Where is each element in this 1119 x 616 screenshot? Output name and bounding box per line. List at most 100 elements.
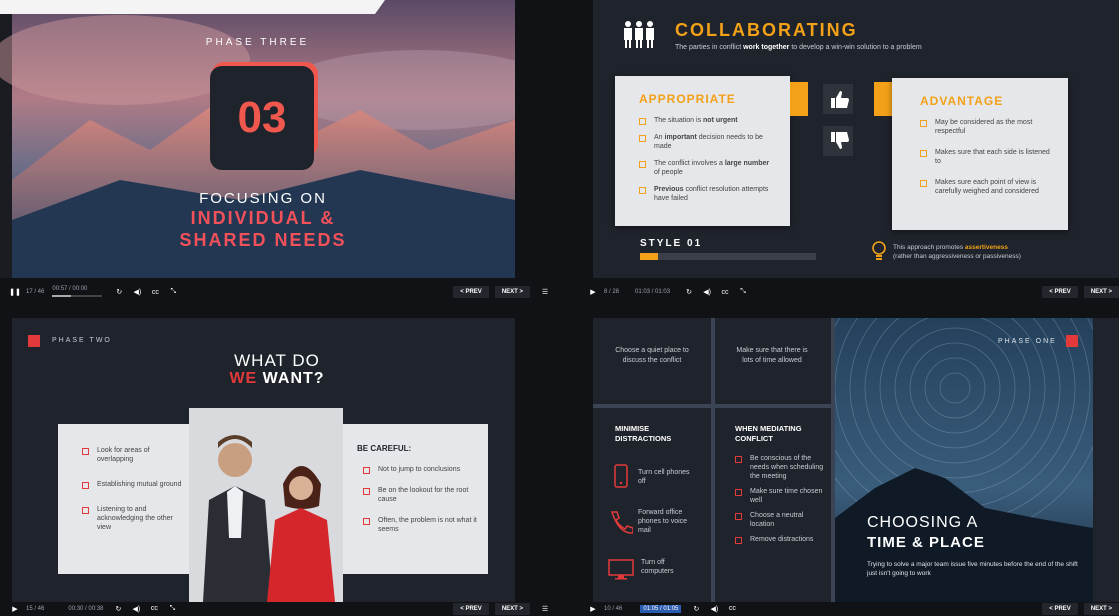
item-text: Makes sure each point of view is careful… [935, 179, 1039, 195]
bullet-icon [735, 513, 742, 520]
bullet-icon [82, 448, 89, 455]
style-label: STYLE 01 [640, 238, 703, 249]
fullscreen-icon[interactable]: ⤡ [166, 285, 180, 299]
next-button[interactable]: NEXT > [1083, 602, 1119, 615]
orange-tab-right [874, 82, 892, 116]
mobile-phone-icon [614, 464, 628, 488]
volume-icon[interactable]: ◀) [700, 285, 714, 299]
captions-icon[interactable]: cc [147, 602, 161, 616]
time-display: 01:05 / 01:05 [640, 604, 682, 613]
thumbs-down-icon [823, 126, 853, 156]
mediating-item: Remove distractions [735, 535, 827, 544]
fullscreen-icon[interactable]: ⤡ [165, 602, 179, 616]
time-display: 00:57 / 00:00 [52, 286, 88, 292]
bullet-icon [363, 518, 370, 525]
menu-icon[interactable]: ☰ [538, 602, 552, 616]
caption: Trying to solve a major team issue five … [867, 561, 1078, 577]
player-bar-top-right: ▶ 8 / 28 01:03 / 01:03 ↻ ◀) cc ⤡ < PREV … [586, 281, 1119, 303]
bottom-left-slide: PHASE TWO WHAT DO WE WANT? Look for area… [12, 318, 515, 602]
tip-cell: Choose a quiet place to discuss the conf… [615, 347, 689, 364]
distraction-item: Turn cell phones off [638, 469, 690, 485]
item-text: Often, the problem is not what it seems [378, 517, 477, 533]
title-line2: TIME & PLACE [867, 534, 985, 551]
item-text: The situation is [654, 117, 704, 124]
volume-icon[interactable]: ◀) [130, 285, 144, 299]
computer-icon [608, 559, 634, 580]
orange-tab-left [790, 82, 808, 116]
bullet-icon [363, 488, 370, 495]
style-progress-track [640, 253, 816, 260]
mediating-title: WHEN MEDIATING CONFLICT [735, 424, 802, 443]
time-display: 00:30 / 00:38 [68, 605, 104, 612]
volume-icon[interactable]: ◀) [129, 602, 143, 616]
pause-icon[interactable]: ❚❚ [8, 285, 22, 299]
list-item: Be on the lookout for the root cause [363, 486, 478, 504]
time-display: 01:03 / 01:03 [635, 289, 671, 295]
advantage-item: Makes sure that each side is listened to [920, 148, 1054, 166]
item-text: May be considered as the most respectful [935, 119, 1033, 135]
subtitle-bold: work together [743, 44, 790, 51]
replay-icon[interactable]: ↻ [682, 285, 696, 299]
play-icon[interactable]: ▶ [8, 602, 22, 616]
next-button[interactable]: NEXT > [494, 286, 530, 298]
prev-button[interactable]: < PREV [453, 602, 489, 615]
bullet-icon [639, 135, 646, 142]
bullet-icon [82, 507, 89, 514]
menu-icon[interactable]: ☰ [538, 285, 552, 299]
bullet-icon [363, 467, 370, 474]
title-line1: CHOOSING A [867, 514, 979, 531]
style-progress-fill [640, 253, 658, 260]
captions-icon[interactable]: cc [725, 602, 739, 616]
item-bold: not urgent [703, 117, 738, 124]
player-bar-top-left: ❚❚ 17 / 46 00:57 / 00:00 ↻ ◀) cc ⤡ < PRE… [8, 281, 556, 303]
phase-label: PHASE TWO [52, 337, 112, 344]
appropriate-item: The conflict involves a large number of … [639, 159, 776, 177]
advantage-title: ADVANTAGE [920, 94, 1004, 108]
mediating-item: Be conscious of the needs when schedulin… [735, 454, 827, 481]
item-bold: Previous [654, 186, 684, 193]
phase-marker [1066, 335, 1078, 347]
advantage-item: Makes sure each point of view is careful… [920, 178, 1054, 196]
replay-icon[interactable]: ↻ [112, 285, 126, 299]
phase-marker [28, 335, 40, 347]
tip-cell: Make sure that there is lots of time all… [736, 347, 808, 364]
item-text: Makes sure that each side is listened to [935, 149, 1050, 165]
captions-icon[interactable]: cc [148, 285, 162, 299]
top-left-slide: PHASE THREE 03 FOCUSING ON INDIVIDUAL & … [0, 0, 515, 278]
people-icon [624, 21, 654, 48]
slide-counter: 17 / 46 [26, 289, 45, 295]
captions-icon[interactable]: cc [718, 285, 732, 299]
prev-button[interactable]: < PREV [1042, 602, 1078, 615]
replay-icon[interactable]: ↻ [689, 602, 703, 616]
lightbulb-icon [872, 241, 886, 260]
item-text: Establishing mutual ground [97, 481, 182, 488]
play-icon[interactable]: ▶ [586, 285, 600, 299]
next-button[interactable]: NEXT > [494, 602, 530, 615]
distraction-item: Turn off computers [641, 559, 674, 575]
prev-button[interactable]: < PREV [453, 286, 489, 298]
seek-bar[interactable]: 00:57 / 00:00 [52, 286, 103, 298]
appropriate-item: The situation is not urgent [639, 116, 776, 125]
next-button[interactable]: NEXT > [1083, 286, 1119, 298]
item-text: Choose a neutral location [750, 512, 804, 528]
player-bar-bottom-left: ▶ 15 / 46 00:30 / 00:38 ↻ ◀) cc ⤡ < PREV… [8, 601, 556, 616]
note-bold: assertiveness [964, 244, 1008, 251]
list-item: Often, the problem is not what it seems [363, 516, 478, 534]
slide-title: COLLABORATING [675, 20, 858, 40]
subtitle-pre: The parties in conflict [675, 44, 744, 51]
slide-counter: 10 / 46 [604, 605, 623, 612]
play-icon[interactable]: ▶ [586, 602, 600, 616]
slide-counter: 8 / 28 [604, 289, 620, 295]
bullet-icon [735, 456, 742, 463]
appropriate-item: An important decision needs to be made [639, 133, 776, 151]
mediating-item: Make sure time chosen well [735, 487, 827, 505]
list-item: Establishing mutual ground [82, 480, 182, 489]
list-item: Look for areas of overlapping [82, 446, 182, 464]
title-we: WE [229, 370, 258, 387]
volume-icon[interactable]: ◀) [707, 602, 721, 616]
fullscreen-icon[interactable]: ⤡ [736, 285, 750, 299]
replay-icon[interactable]: ↻ [111, 602, 125, 616]
prev-button[interactable]: < PREV [1042, 286, 1078, 298]
bullet-icon [639, 161, 646, 168]
note-pre: This approach promotes [893, 244, 965, 251]
